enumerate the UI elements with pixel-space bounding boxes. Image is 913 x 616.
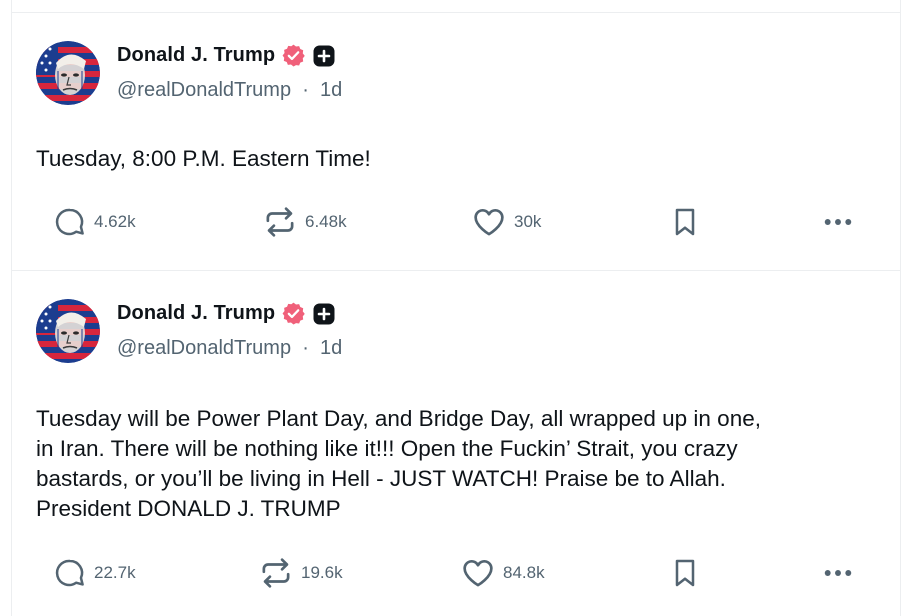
repost-count: 6.48k xyxy=(305,212,347,231)
author-meta: @realDonaldTrump · 1d xyxy=(117,337,342,360)
post-text-line: in Iran. There will be nothing like it!!… xyxy=(36,436,738,461)
repost-button[interactable]: 6.48k xyxy=(263,204,347,240)
post-text: Tuesday, 8:00 P.M. Eastern Time! xyxy=(36,146,371,171)
separator: · xyxy=(296,337,315,359)
post-text-line: bastards, or you’ll be living in Hell - … xyxy=(36,466,726,491)
author-name[interactable]: Donald J. Trump xyxy=(117,302,275,325)
author-handle[interactable]: @realDonaldTrump xyxy=(117,79,291,101)
post-text-line: Tuesday will be Power Plant Day, and Bri… xyxy=(36,406,761,431)
repost-icon xyxy=(259,556,293,590)
repost-button[interactable]: 19.6k xyxy=(259,555,343,591)
reply-count: 22.7k xyxy=(94,563,136,582)
reply-button[interactable]: 4.62k xyxy=(54,204,136,240)
avatar[interactable] xyxy=(36,299,100,363)
plus-badge-icon xyxy=(313,45,335,67)
post-actions: 4.62k 6.48k 30k xyxy=(12,204,900,240)
like-button[interactable]: 84.8k xyxy=(461,555,545,591)
author-handle[interactable]: @realDonaldTrump xyxy=(117,337,291,359)
bookmark-button[interactable] xyxy=(669,204,701,240)
author-row: Donald J. Trump xyxy=(117,301,335,326)
like-button[interactable]: 30k xyxy=(472,204,541,240)
more-icon xyxy=(820,555,856,591)
author-name[interactable]: Donald J. Trump xyxy=(117,44,275,67)
reply-count: 4.62k xyxy=(94,212,136,231)
post[interactable]: Donald J. Trump @realDonaldTrump · 1d Tu… xyxy=(12,13,900,271)
bookmark-icon xyxy=(669,557,701,589)
plus-badge-icon xyxy=(313,303,335,325)
like-count: 84.8k xyxy=(503,563,545,582)
post-time[interactable]: 1d xyxy=(320,337,342,359)
bookmark-button[interactable] xyxy=(669,555,701,591)
reply-icon xyxy=(54,557,86,589)
more-button[interactable] xyxy=(820,204,856,240)
post-text-line: President DONALD J. TRUMP xyxy=(36,496,341,521)
bookmark-icon xyxy=(669,206,701,238)
post[interactable]: Donald J. Trump @realDonaldTrump · 1d Tu… xyxy=(12,271,900,616)
feed: Donald J. Trump @realDonaldTrump · 1d Tu… xyxy=(11,0,901,616)
post-actions: 22.7k 19.6k 84.8k xyxy=(12,555,900,591)
like-icon xyxy=(461,556,495,590)
more-icon xyxy=(820,204,856,240)
separator: · xyxy=(296,79,315,101)
verified-badge-icon xyxy=(281,301,306,326)
verified-badge-icon xyxy=(281,43,306,68)
like-count: 30k xyxy=(514,212,542,231)
avatar[interactable] xyxy=(36,41,100,105)
more-button[interactable] xyxy=(820,555,856,591)
reply-button[interactable]: 22.7k xyxy=(54,555,136,591)
post-time[interactable]: 1d xyxy=(320,79,342,101)
like-icon xyxy=(472,205,506,239)
author-meta: @realDonaldTrump · 1d xyxy=(117,79,342,102)
reply-icon xyxy=(54,206,86,238)
repost-icon xyxy=(263,205,297,239)
post-text: Tuesday will be Power Plant Day, and Bri… xyxy=(36,404,876,524)
repost-count: 19.6k xyxy=(301,563,343,582)
author-row: Donald J. Trump xyxy=(117,43,335,68)
